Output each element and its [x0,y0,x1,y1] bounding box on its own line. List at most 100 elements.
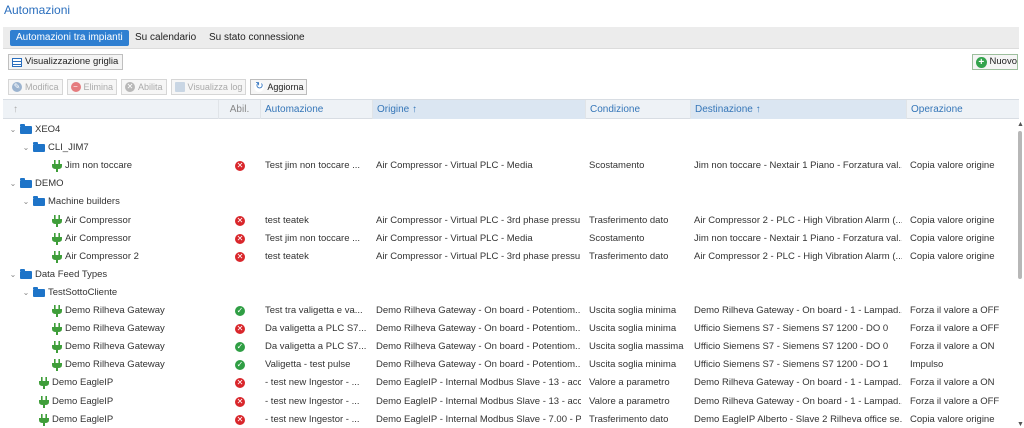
table-row[interactable]: Demo Rilheva Gateway ✓ Da valigetta a PLC … [3,338,1013,356]
group-label: Machine builders [48,196,120,208]
tree-cell: ⌄ Data Feed Types [9,266,219,284]
automazione-cell: - test new Ingestor - ... [265,413,360,425]
automazione-cell: Valigetta - test pulse [265,359,351,371]
table-row[interactable]: Air Compressor ✕ Test jim non toccare ... A… [3,230,1013,248]
disabled-x-icon: ✕ [235,215,245,226]
tree-cell: Air Compressor [35,230,219,248]
table-row[interactable]: Air Compressor ✕ test teatek Air Compressor… [3,212,1013,230]
tab-su-calendario[interactable]: Su calendario [135,30,196,46]
tree-group-row[interactable]: ⌄ XEO4 [3,121,1013,139]
column-abil-header[interactable]: Abil. [218,100,260,119]
table-row[interactable]: Demo Rilheva Gateway ✓ Test tra valigetta … [3,302,1013,320]
tree-group-row[interactable]: ⌄ Machine builders [3,193,1013,211]
abilita-label: Abilita [138,82,163,92]
scroll-down-icon[interactable]: ▼ [1017,421,1024,428]
new-button-label: Nuovo [989,56,1017,67]
disabled-x-icon: ✕ [235,414,245,425]
table-row[interactable]: Demo EagleIP ✕ - test new Ingestor - ... De… [3,393,1013,411]
table-row[interactable]: Demo EagleIP ✕ - test new Ingestor - ... De… [3,374,1013,392]
chevron-down-icon[interactable]: ⌄ [22,139,30,157]
abilita-button[interactable]: ✕ Abilita [121,79,167,95]
operazione-cell: Copia valore origine [910,232,995,244]
origine-cell: Air Compressor - Virtual PLC - Media [376,160,533,172]
automazione-cell: Test jim non toccare ... [265,160,361,172]
chevron-down-icon[interactable]: ⌄ [9,266,17,284]
group-label: CLI_JIM7 [48,142,89,154]
tab-automazioni-tra-impianti[interactable]: Automazioni tra impianti [10,30,129,46]
origine-cell: Demo Rilheva Gateway - On board - Potent… [376,359,581,371]
column-operazione-header[interactable]: Operazione [906,100,1019,119]
destinazione-cell: Demo EagleIP Alberto - Slave 2 Rilheva o… [694,413,902,425]
operazione-cell: Copia valore origine [910,250,995,262]
grid-view-label: Visualizzazione griglia [25,56,119,67]
tree-cell: Jim non toccare [35,157,219,175]
destinazione-cell: Jim non toccare - Nextair 1 Piano - Forz… [694,232,902,244]
plus-circle-icon: + [976,56,987,68]
folder-icon [20,178,32,189]
modifica-button[interactable]: ✎ Modifica [8,79,63,95]
condizione-cell: Scostamento [589,160,645,172]
scroll-up-icon[interactable]: ▲ [1017,121,1024,128]
destinazione-cell: Demo Rilheva Gateway - On board - 1 - La… [694,377,902,389]
device-label: Demo EagleIP [52,395,114,407]
folder-icon [20,268,32,279]
destinazione-cell: Ufficio Siemens S7 - Siemens S7 1200 - D… [694,323,889,335]
column-origine-header[interactable]: Origine ↑ [372,100,585,119]
column-destinazione-header[interactable]: Destinazione ↑ [690,100,906,119]
tree-group-row[interactable]: ⌄ Data Feed Types [3,266,1013,284]
visualizza-log-button[interactable]: Visualizza log [170,79,247,95]
operazione-cell: Forza il valore a ON [910,341,995,353]
origine-cell: Air Compressor - Virtual PLC - 3rd phase… [376,214,581,226]
folder-icon [33,196,45,207]
chevron-down-icon[interactable]: ⌄ [22,193,30,211]
chevron-down-icon[interactable]: ⌄ [22,284,30,302]
plug-icon [52,214,62,227]
elimina-button[interactable]: − Elimina [66,79,118,95]
condizione-cell: Uscita soglia massima [589,341,684,353]
aggiorna-button[interactable]: ↻ Aggiorna [250,79,308,95]
visualizza-log-label: Visualizza log [187,82,243,92]
enabled-check-icon: ✓ [235,342,245,353]
vertical-scrollbar[interactable]: ▲ ▼ [1016,121,1024,428]
table-row[interactable]: Demo EagleIP ✕ - test new Ingestor - ... De… [3,411,1013,428]
device-label: Air Compressor [65,232,131,244]
column-automazione-header[interactable]: Automazione [260,100,372,119]
table-row[interactable]: Demo Rilheva Gateway ✕ Da valigetta a PLC … [3,320,1013,338]
tab-su-stato-connessione[interactable]: Su stato connessione [209,30,305,46]
operazione-cell: Copia valore origine [910,214,995,226]
plug-icon [52,359,62,372]
elimina-label: Elimina [83,82,114,92]
tree-cell: Demo EagleIP [22,374,219,392]
tree-group-row[interactable]: ⌄ DEMO [3,175,1013,193]
new-button[interactable]: + Nuovo [972,54,1018,70]
device-label: Demo Rilheva Gateway [65,341,165,353]
page-title: Automazioni [4,3,71,17]
automazione-cell: - test new Ingestor - ... [265,377,360,389]
disabled-x-icon: ✕ [235,233,245,244]
log-icon [174,82,185,92]
grid-view-button[interactable]: Visualizzazione griglia [8,54,124,70]
tree-group-row[interactable]: ⌄ CLI_JIM7 [3,139,1013,157]
column-sort-header[interactable]: ↑ [3,100,218,119]
group-label: DEMO [35,178,64,190]
automazione-cell: Da valigetta a PLC S7... [265,341,367,353]
tree-group-row[interactable]: ⌄ TestSottoCliente [3,284,1013,302]
condizione-cell: Trasferimento dato [589,413,669,425]
table-row[interactable]: Air Compressor 2 ✕ test teatek Air Compress… [3,248,1013,266]
chevron-down-icon[interactable]: ⌄ [9,121,17,139]
column-condizione-header[interactable]: Condizione [585,100,690,119]
chevron-down-icon[interactable]: ⌄ [9,175,17,193]
table-row[interactable]: Jim non toccare ✕ Test jim non toccare ...… [3,157,1013,175]
operazione-cell: Forza il valore a OFF [910,395,1000,407]
condizione-cell: Uscita soglia minima [589,359,677,371]
operazione-cell: Impulso [910,359,944,371]
destinazione-cell: Demo Rilheva Gateway - On board - 1 - La… [694,305,902,316]
scrollbar-thumb[interactable] [1018,131,1022,279]
tree-cell: Demo EagleIP [22,393,219,411]
disabled-x-icon: ✕ [235,396,245,407]
device-label: Demo Rilheva Gateway [65,359,165,371]
condizione-cell: Valore a parametro [589,377,670,389]
table-row[interactable]: Demo Rilheva Gateway ✓ Valigetta - test pu… [3,356,1013,374]
aggiorna-label: Aggiorna [267,82,304,92]
device-label: Demo EagleIP [52,413,114,425]
